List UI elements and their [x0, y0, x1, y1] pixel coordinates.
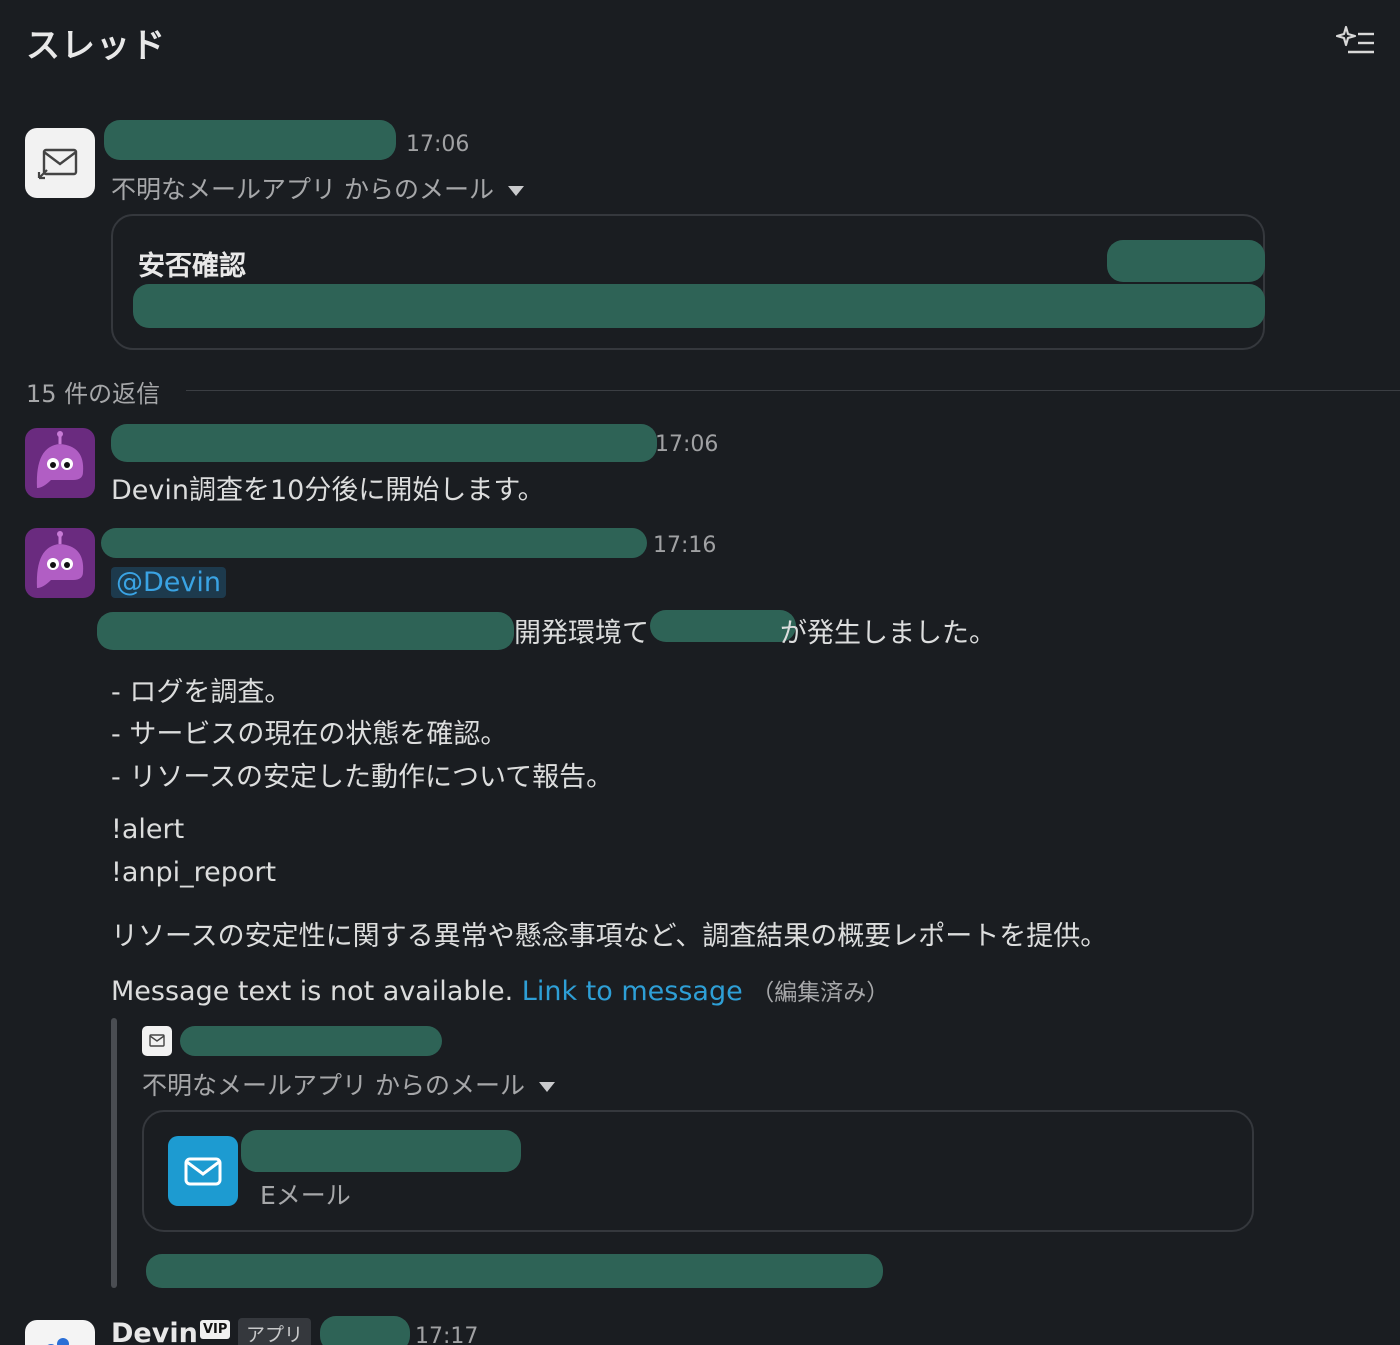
- redacted-footer: [146, 1254, 883, 1288]
- email-attachment-card[interactable]: Eメール: [142, 1110, 1254, 1232]
- redacted-text: [97, 612, 514, 650]
- app-badge: アプリ: [238, 1318, 312, 1345]
- bullet-item: - ログを調査。: [111, 677, 292, 708]
- root-message: 17:06 不明なメールアプリ からのメール 安否確認: [0, 110, 1400, 360]
- summary-text: リソースの安定性に関する異常や懸念事項など、調査結果の概要レポートを提供。: [111, 921, 1108, 952]
- unavailable-line: Message text is not available. Link to m…: [111, 973, 889, 1007]
- email-icon: [168, 1136, 238, 1206]
- robot-icon: [36, 431, 84, 488]
- email-source-label[interactable]: 不明なメールアプリ からのメール: [142, 1066, 555, 1102]
- unavailable-text: Message text is not available.: [111, 976, 514, 1007]
- message-time[interactable]: 17:06: [655, 432, 718, 457]
- sparkle-list-icon[interactable]: [1335, 24, 1376, 58]
- mail-forward-icon: [149, 1034, 165, 1047]
- redacted-sender: [180, 1026, 442, 1056]
- redacted-sender: [111, 424, 657, 462]
- redacted-status: [320, 1316, 410, 1345]
- message-line: が発生しました。: [780, 618, 996, 649]
- email-card-title: 安否確認: [138, 251, 246, 282]
- devin-logo-icon: [47, 1338, 69, 1345]
- message-text: Devin調査を10分後に開始します。: [111, 475, 545, 506]
- mail-app-small-avatar[interactable]: [142, 1026, 172, 1056]
- attachment-type: Eメール: [260, 1181, 351, 1210]
- sender-name[interactable]: Devin: [111, 1318, 198, 1345]
- bot-avatar[interactable]: [25, 428, 95, 498]
- robot-icon: [36, 531, 84, 588]
- link-to-message[interactable]: Link to message: [522, 976, 743, 1007]
- thread-title: スレッド: [26, 26, 166, 66]
- mail-app-avatar[interactable]: [25, 128, 95, 198]
- command-text: !alert: [111, 814, 185, 845]
- message-time[interactable]: 17:16: [653, 533, 716, 558]
- redacted-card-meta: [1107, 240, 1265, 282]
- mail-forward-icon: [37, 148, 78, 180]
- devin-avatar[interactable]: [25, 1320, 95, 1345]
- replies-divider-line: [186, 390, 1400, 391]
- quote-bar: [111, 1018, 117, 1288]
- reply-message: 17:16 @Devin 開発環境て が発生しました。 - ログを調査。 - サ…: [0, 520, 1400, 1300]
- redacted-text: [650, 610, 796, 642]
- bullet-item: - リソースの安定した動作について報告。: [111, 762, 614, 793]
- replies-count: 15 件の返信: [26, 380, 161, 408]
- reply-message: 17:06 Devin調査を10分後に開始します。: [0, 420, 1400, 510]
- message-time[interactable]: 17:17: [415, 1324, 478, 1345]
- email-source-text: 不明なメールアプリ からのメール: [142, 1071, 525, 1100]
- email-source-text: 不明なメールアプリ からのメール: [111, 175, 494, 204]
- email-source-label[interactable]: 不明なメールアプリ からのメール: [111, 170, 524, 206]
- reply-message: Devin VIP アプリ 17:17: [0, 1310, 1400, 1345]
- mention-devin[interactable]: @Devin: [111, 567, 226, 598]
- message-line: 開発環境て: [514, 618, 649, 649]
- edited-label: （編集済み）: [751, 980, 890, 1006]
- redacted-card-body: [133, 284, 1265, 328]
- command-text: !anpi_report: [111, 857, 277, 888]
- message-time[interactable]: 17:06: [406, 132, 469, 157]
- email-card[interactable]: 安否確認: [111, 214, 1265, 350]
- chevron-down-icon: [538, 1082, 555, 1092]
- redacted-sender: [104, 120, 396, 160]
- bot-avatar[interactable]: [25, 528, 95, 598]
- redacted-sender: [101, 528, 647, 558]
- chevron-down-icon: [507, 186, 524, 196]
- redacted-filename: [241, 1130, 521, 1172]
- bullet-item: - サービスの現在の状態を確認。: [111, 719, 508, 750]
- vip-badge: VIP: [200, 1320, 231, 1339]
